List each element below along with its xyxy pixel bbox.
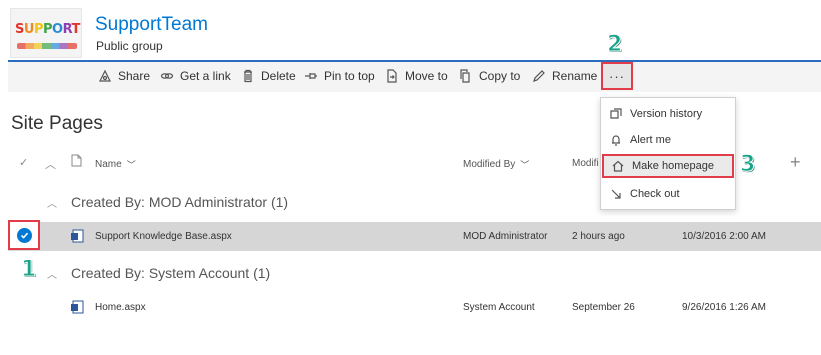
pencil-icon (533, 70, 545, 82)
pin-to-top-label: Pin to top (324, 69, 375, 83)
menu-item-check-out[interactable]: Check out (602, 182, 734, 206)
get-link-label: Get a link (180, 69, 231, 83)
move-icon (387, 69, 397, 83)
row-created: 10/3/2016 2:00 AM (682, 231, 766, 242)
trash-icon (244, 69, 252, 83)
column-header-modified[interactable]: Modifi (572, 158, 599, 169)
row-select-checkbox[interactable] (8, 220, 40, 250)
menu-item-version-history[interactable]: Version history (602, 102, 734, 126)
table-row[interactable]: Home.aspx System Account September 26 9/… (8, 293, 821, 322)
ellipsis-icon: ··· (609, 68, 625, 84)
column-name-label: Name (95, 159, 122, 170)
more-actions-menu: Version history Alert me Make homepage C… (600, 97, 736, 210)
copy-icon (460, 69, 470, 83)
group-header[interactable]: ︿ Created By: MOD Administrator (1) (47, 194, 288, 210)
aspx-file-icon (71, 229, 84, 243)
delete-label: Delete (261, 69, 296, 83)
column-modified-label: Modifi (572, 158, 599, 169)
row-created: 9/26/2016 1:26 AM (682, 302, 766, 313)
file-type-header-icon[interactable] (71, 154, 82, 170)
more-actions-button[interactable]: ··· (601, 62, 633, 90)
rename-label: Rename (552, 69, 598, 83)
row-modified: September 26 (572, 302, 635, 313)
logo-decoration (17, 43, 77, 49)
step-2-marker: 2 (606, 32, 623, 58)
share-label: Share (118, 69, 151, 83)
table-row[interactable]: Support Knowledge Base.aspx MOD Administ… (8, 222, 821, 251)
row-modified-by: MOD Administrator (463, 231, 548, 242)
aspx-file-icon (71, 300, 84, 314)
rename-button[interactable]: Rename (532, 69, 597, 83)
row-name[interactable]: Support Knowledge Base.aspx (95, 231, 232, 242)
version-history-icon (610, 108, 622, 119)
library-title: Site Pages (11, 113, 103, 134)
share-button[interactable]: Share (98, 69, 150, 83)
menu-item-make-homepage[interactable]: Make homepage (602, 154, 734, 178)
step-1-marker: 1 (20, 257, 37, 283)
add-column-button[interactable]: + (790, 152, 801, 173)
copy-to-label: Copy to (479, 69, 521, 83)
move-to-label: Move to (405, 69, 448, 83)
move-to-button[interactable]: Move to (385, 69, 448, 83)
share-icon (99, 69, 111, 82)
row-name[interactable]: Home.aspx (95, 302, 146, 313)
column-header-modified-by[interactable]: Modified By ﹀ (463, 158, 529, 171)
column-modified-by-label: Modified By (463, 159, 516, 170)
chevron-down-icon: ﹀ (126, 160, 136, 170)
home-icon (612, 160, 624, 172)
copy-to-button[interactable]: Copy to (459, 69, 520, 83)
delete-button[interactable]: Delete (241, 69, 296, 83)
make-homepage-label: Make homepage (632, 160, 714, 172)
get-link-button[interactable]: Get a link (160, 69, 231, 83)
site-logo[interactable]: SUPPORT (10, 8, 82, 58)
alert-me-label: Alert me (630, 134, 671, 146)
checkout-icon (611, 189, 621, 199)
check-out-label: Check out (630, 188, 680, 200)
collapse-chevron-icon: ︿ (47, 198, 57, 210)
group-header[interactable]: ︿ Created By: System Account (1) (47, 265, 270, 281)
link-icon (160, 73, 174, 79)
menu-item-alert-me[interactable]: Alert me (602, 128, 734, 152)
collapse-chevron-icon: ︿ (47, 269, 57, 281)
logo-lettering: SUPPORT (15, 22, 80, 37)
column-header-name[interactable]: Name ﹀ (95, 158, 136, 171)
step-3-marker: 3 (739, 152, 756, 178)
group-header-label: Created By: System Account (1) (71, 265, 271, 281)
site-title[interactable]: SupportTeam (95, 14, 208, 36)
row-modified-by: System Account (463, 302, 535, 313)
collapse-all-chevron-icon[interactable]: ︿ (45, 156, 56, 172)
command-bar: Share Get a link Delete Pin to top Move … (8, 60, 821, 92)
version-history-label: Version history (630, 108, 703, 120)
check-icon (16, 227, 32, 243)
row-modified: 2 hours ago (572, 231, 625, 242)
pin-icon (305, 73, 317, 79)
group-header-label: Created By: MOD Administrator (1) (71, 194, 289, 210)
site-subtitle: Public group (96, 39, 163, 53)
chevron-down-icon: ﹀ (520, 160, 530, 170)
pin-to-top-button[interactable]: Pin to top (304, 69, 375, 83)
bell-icon (612, 135, 620, 146)
select-all-check-icon[interactable]: ✓ (19, 156, 28, 169)
